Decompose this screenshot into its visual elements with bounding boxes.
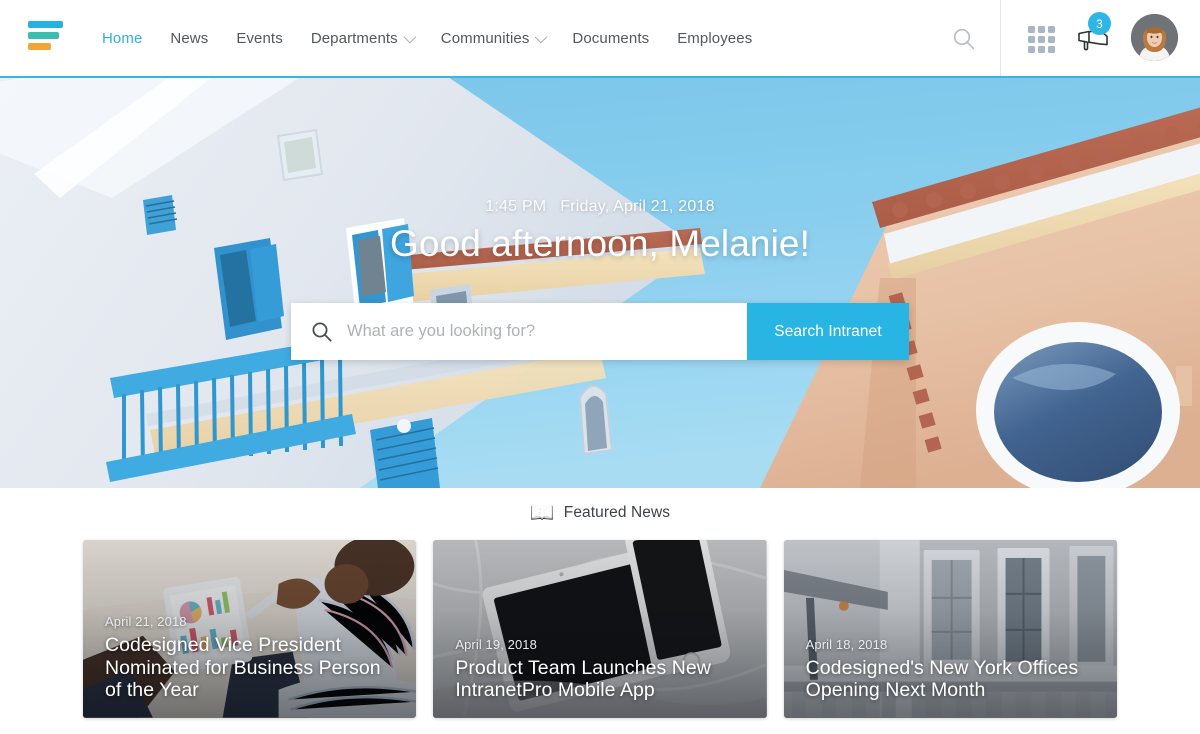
hero-time: 1:45 PM: [485, 198, 547, 215]
news-card-headline[interactable]: Codesigned Vice President Nominated for …: [105, 634, 398, 702]
grid-cell: [1038, 46, 1045, 53]
grid-cell: [1028, 46, 1035, 53]
news-card[interactable]: April 19, 2018 Product Team Launches New …: [433, 540, 767, 718]
nav-item-label: Events: [236, 29, 283, 47]
news-card-headline[interactable]: Codesigned's New York Offices Opening Ne…: [806, 657, 1099, 702]
nav-item-departments[interactable]: Departments: [297, 0, 427, 76]
news-card-date: April 19, 2018: [455, 636, 537, 652]
intranet-home-page: Home News Events Departments Communities Docu…: [0, 0, 1200, 734]
news-card-text: April 21, 2018 Codesigned Vice President …: [105, 614, 398, 702]
logo-bar-orange: [28, 43, 51, 50]
hero-content: 1:45 PM Friday, April 21, 2018 Good after…: [0, 78, 1200, 488]
site-header: Home News Events Departments Communities Docu…: [0, 0, 1200, 76]
codesigned-logo[interactable]: [28, 21, 64, 55]
header-accent-line: [0, 76, 1200, 78]
search-intranet-button[interactable]: Search Intranet: [747, 303, 909, 360]
nav-item-label: Communities: [440, 29, 530, 47]
search-input[interactable]: [347, 322, 747, 341]
news-card-headline[interactable]: Product Team Launches New IntranetPro Mo…: [455, 657, 748, 702]
nav-item-label: Departments: [310, 29, 398, 47]
nav-item-communities[interactable]: Communities: [427, 0, 559, 76]
grid-cell: [1028, 26, 1035, 33]
search-icon: [312, 322, 332, 342]
grid-cell: [1038, 36, 1045, 43]
news-card[interactable]: April 18, 2018 Codesigned's New York Offi…: [783, 540, 1117, 718]
grid-cell: [1028, 36, 1035, 43]
news-card[interactable]: April 21, 2018 Codesigned Vice President …: [83, 540, 417, 718]
nav-item-label: News: [170, 29, 209, 47]
header-divider: [1000, 0, 1001, 76]
chevron-down-icon: [534, 30, 548, 43]
featured-news-header: 📖 Featured News: [0, 503, 1200, 523]
avatar-portrait-icon: [1131, 14, 1178, 61]
nav-item-home[interactable]: Home: [88, 0, 156, 76]
nav-item-documents[interactable]: Documents: [558, 0, 663, 76]
logo-bar-teal: [28, 32, 59, 39]
chevron-down-icon: [403, 30, 417, 43]
intranet-search-bar: Search Intranet: [291, 303, 909, 360]
nav-item-employees[interactable]: Employees: [663, 0, 766, 76]
nav-item-label: Employees: [677, 29, 753, 47]
grid-cell: [1048, 46, 1055, 53]
featured-news-card-list: April 21, 2018 Codesigned Vice President …: [83, 540, 1117, 718]
hero-datetime: 1:45 PM Friday, April 21, 2018: [0, 198, 1200, 216]
featured-news-title: Featured News: [563, 504, 671, 521]
nav-item-label: Documents: [572, 29, 650, 47]
news-card-date: April 18, 2018: [805, 636, 888, 652]
open-book-icon: 📖: [529, 502, 555, 524]
avatar[interactable]: [1131, 14, 1178, 61]
hero-greeting: Good afternoon, Melanie!: [390, 223, 810, 264]
logo-bar-blue: [28, 21, 63, 28]
hero-banner: 1:45 PM Friday, April 21, 2018 Good after…: [0, 78, 1200, 488]
header-search-icon[interactable]: [951, 26, 977, 52]
nav-item-events[interactable]: Events: [222, 0, 296, 76]
grid-cell: [1038, 26, 1045, 33]
app-launcher-button[interactable]: [1028, 26, 1055, 53]
news-card-date: April 21, 2018: [105, 614, 187, 630]
main-navigation: Home News Events Departments Communities Docu…: [88, 0, 766, 76]
news-card-text: April 19, 2018 Product Team Launches New …: [455, 637, 748, 702]
nav-item-label: Home: [102, 29, 143, 47]
news-card-text: April 18, 2018 Codesigned's New York Offi…: [806, 637, 1099, 702]
grid-cell: [1048, 36, 1055, 43]
search-icon: [953, 28, 975, 50]
search-input-wrapper[interactable]: [291, 303, 747, 360]
nav-item-news[interactable]: News: [156, 0, 222, 76]
grid-cell: [1048, 26, 1055, 33]
announcement-count-badge: 3: [1088, 12, 1111, 35]
hero-date: Friday, April 21, 2018: [560, 198, 715, 215]
